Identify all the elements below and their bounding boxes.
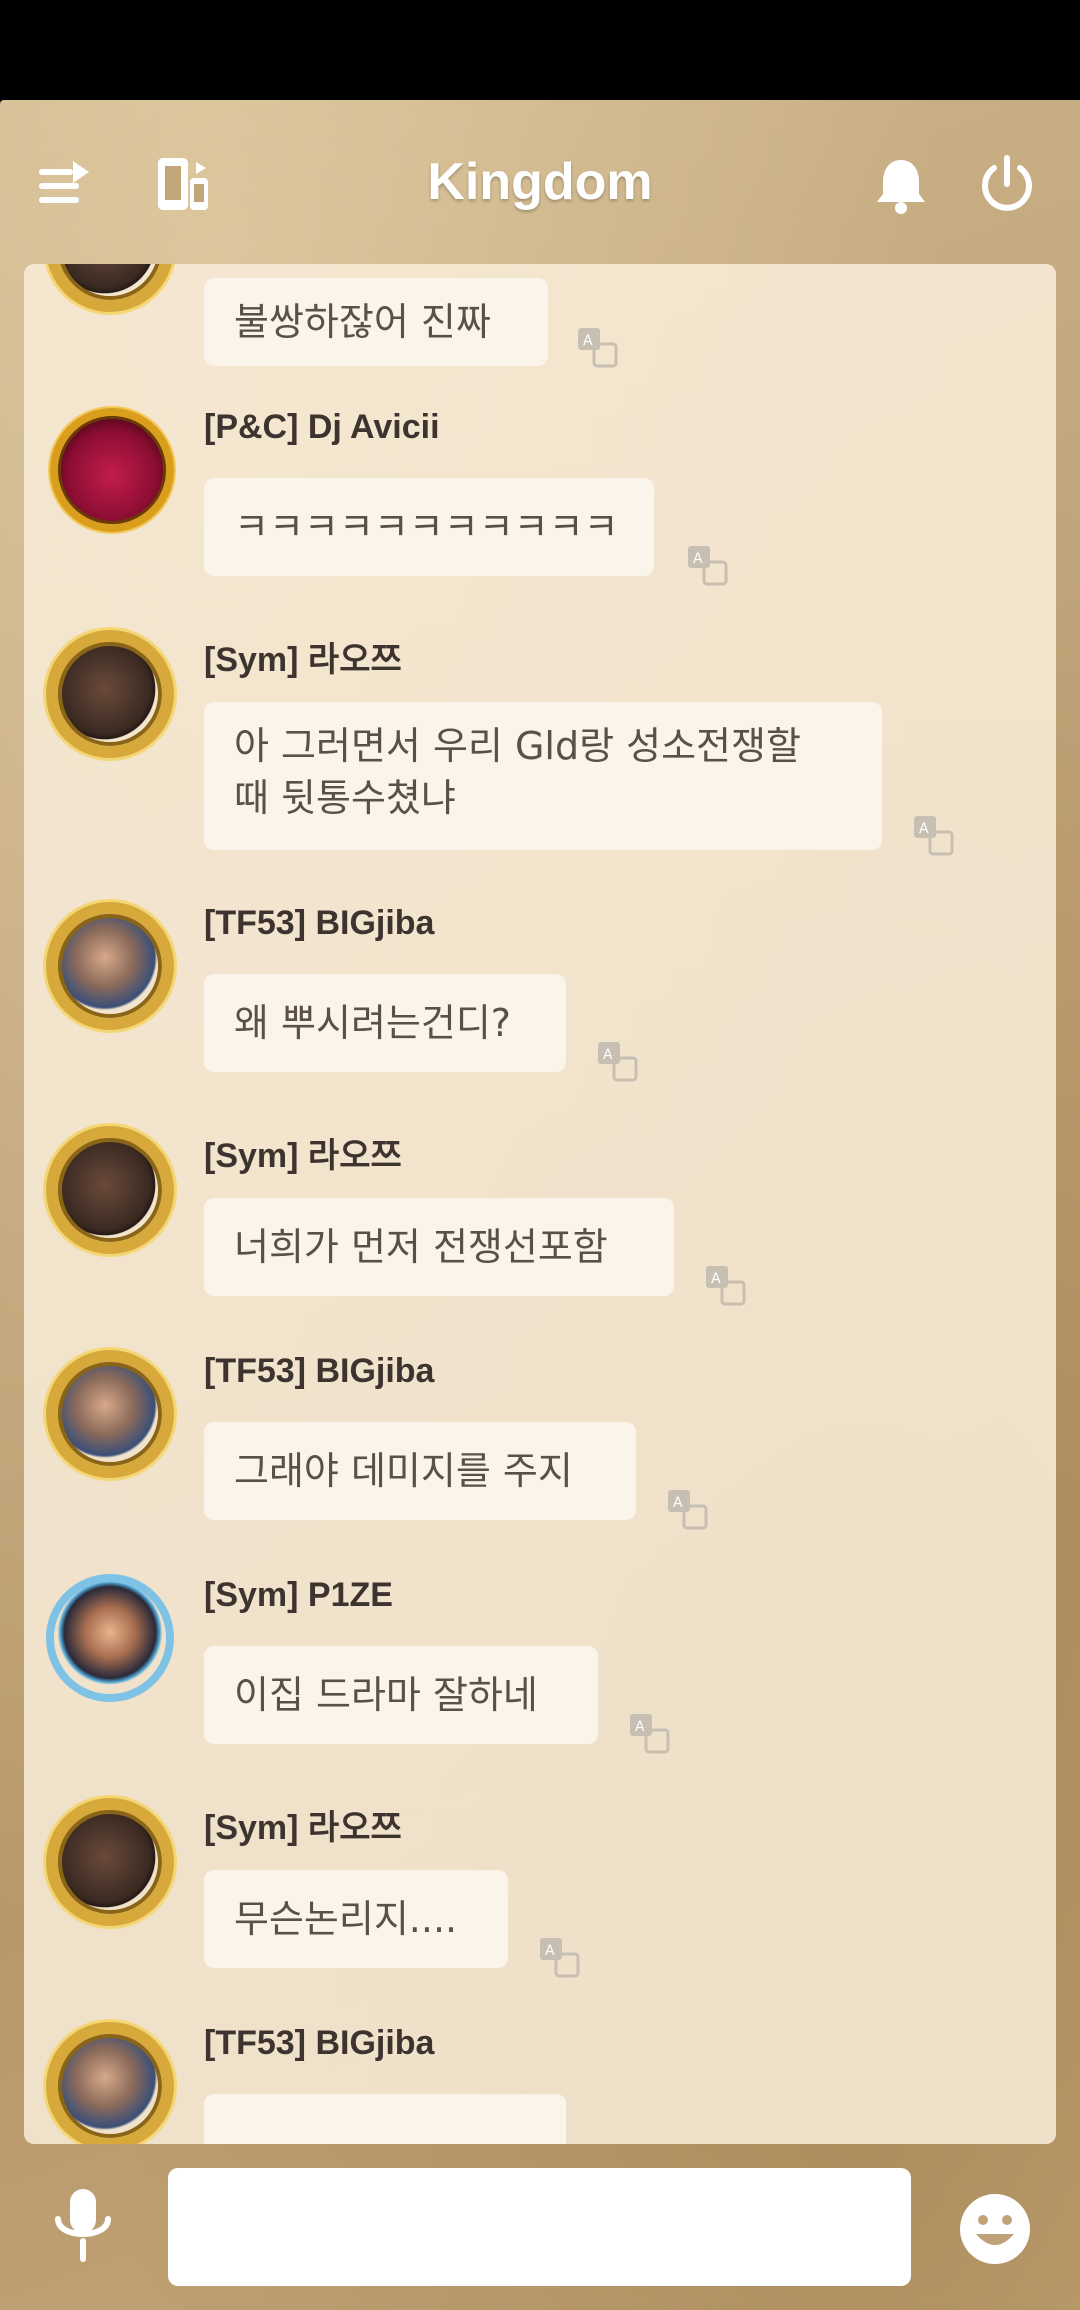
svg-text:A: A (583, 333, 593, 349)
message-author: [TF53] BIGjiba (204, 904, 435, 942)
svg-text:A: A (693, 551, 703, 567)
message-bubble: 이집 드라마 잘하네 (204, 1646, 598, 1744)
message-author: [P&C] Dj Avicii (204, 408, 440, 446)
bell-icon[interactable] (866, 150, 936, 220)
avatar[interactable] (46, 1574, 174, 1702)
message-bubble: ㅋㅋㅋㅋㅋㅋㅋㅋㅋㅋㅋ (204, 478, 654, 576)
translate-icon[interactable]: A (536, 1934, 582, 1980)
message-bubble: 왜 뿌시려는건디? (204, 974, 566, 1072)
message-bubble: 무슨논리지.... (204, 1870, 508, 1968)
message-text-line: 때 뒷통수쳤냐 (234, 776, 456, 820)
message-author: [Sym] 라오쯔 (204, 641, 402, 679)
avatar[interactable] (50, 408, 174, 532)
message-bubble: 너희가 먼저 전쟁선포함 (204, 1198, 674, 1296)
svg-text:A: A (711, 1271, 721, 1287)
translate-icon[interactable]: A (664, 1486, 710, 1532)
message-bubble: 아 그러면서 우리 Gld랑 성소전쟁할 때 뒷통수쳤냐 (204, 702, 882, 850)
translate-icon[interactable]: A (910, 812, 956, 858)
avatar[interactable] (46, 630, 174, 758)
svg-text:A: A (919, 821, 929, 837)
emoji-icon[interactable] (958, 2192, 1032, 2266)
message-bubble (204, 2094, 566, 2144)
svg-text:A: A (545, 1943, 555, 1959)
status-bar (0, 0, 1080, 100)
power-icon[interactable] (972, 150, 1042, 220)
svg-text:A: A (603, 1047, 613, 1063)
microphone-icon[interactable] (48, 2185, 118, 2265)
svg-text:A: A (673, 1495, 683, 1511)
svg-text:A: A (635, 1719, 645, 1735)
translate-icon[interactable]: A (626, 1710, 672, 1756)
translate-icon[interactable]: A (594, 1038, 640, 1084)
avatar[interactable] (46, 2022, 174, 2144)
chat-input[interactable] (168, 2168, 911, 2286)
message-author: [TF53] BIGjiba (204, 1352, 435, 1390)
avatar[interactable] (46, 1798, 174, 1926)
message-text-line: 아 그러면서 우리 Gld랑 성소전쟁할 (234, 724, 801, 768)
translate-icon[interactable]: A (684, 542, 730, 588)
translate-icon[interactable]: A (702, 1262, 748, 1308)
message-bubble: 그래야 데미지를 주지 (204, 1422, 636, 1520)
avatar[interactable] (46, 902, 174, 1030)
avatar[interactable] (46, 264, 174, 312)
message-author: [Sym] 라오쯔 (204, 1809, 402, 1847)
message-author: [TF53] BIGjiba (204, 2024, 435, 2062)
translate-icon[interactable]: A (574, 324, 620, 370)
chat-message-list[interactable]: 불쌍하잖어 진짜 A [P&C] Dj Avicii ㅋㅋㅋㅋㅋㅋㅋㅋㅋㅋㅋ A… (24, 264, 1056, 2144)
avatar[interactable] (46, 1350, 174, 1478)
message-author: [Sym] P1ZE (204, 1576, 393, 1614)
message-author: [Sym] 라오쯔 (204, 1137, 402, 1175)
avatar[interactable] (46, 1126, 174, 1254)
message-bubble: 불쌍하잖어 진짜 (204, 278, 548, 366)
